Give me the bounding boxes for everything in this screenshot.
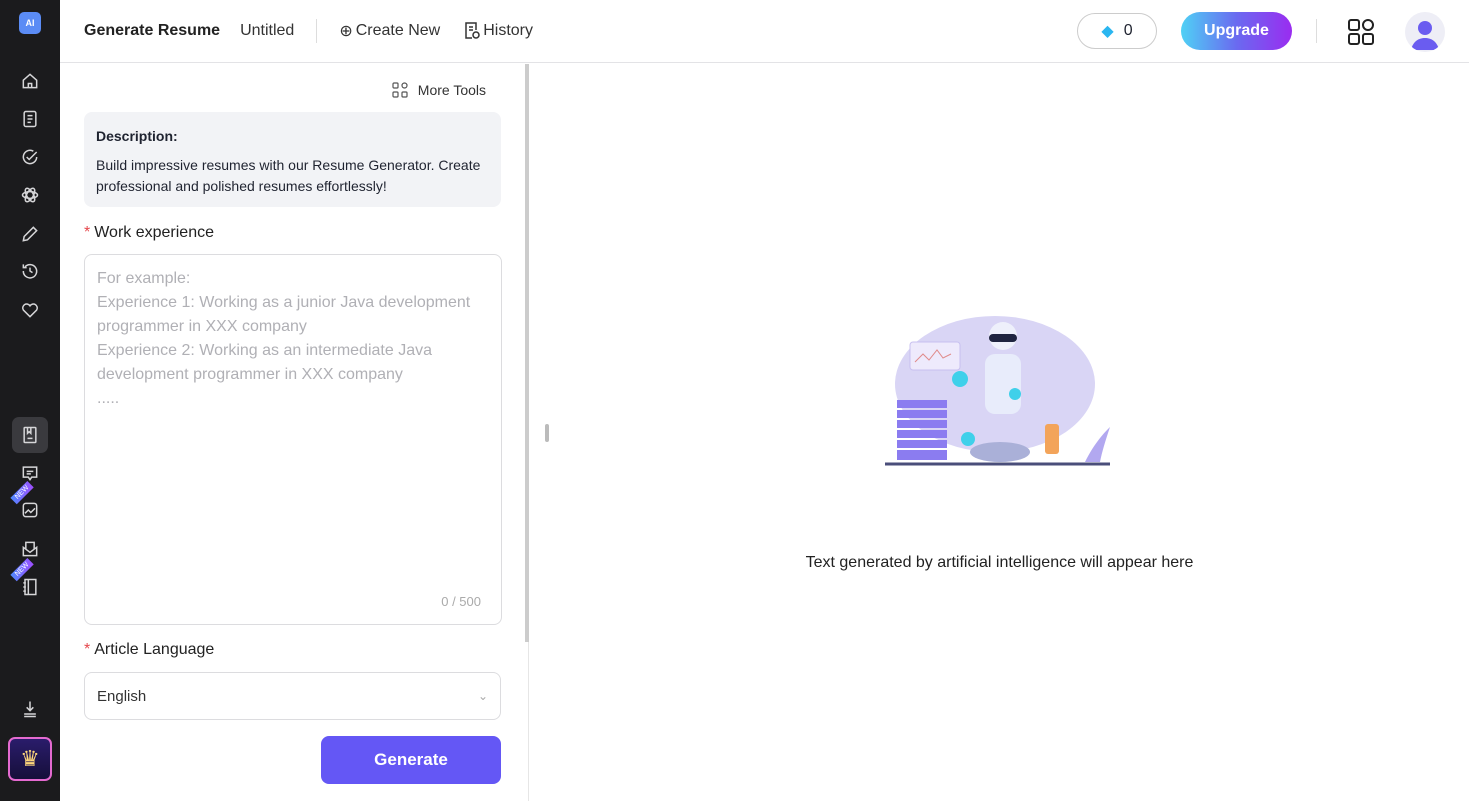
history-icon[interactable] bbox=[12, 253, 48, 289]
article-language-label: * Article Language bbox=[84, 641, 214, 659]
plus-circle-icon: ⊕ bbox=[339, 23, 353, 40]
work-placeholder: For example: Experience 1: Working as a … bbox=[97, 270, 471, 407]
notebook-icon[interactable]: NEW bbox=[10, 557, 48, 605]
document-icon[interactable] bbox=[12, 101, 48, 137]
page-title: Generate Resume bbox=[84, 22, 221, 39]
home-icon[interactable] bbox=[12, 63, 48, 99]
output-panel: Text generated by artificial intelligenc… bbox=[530, 64, 1469, 801]
description-box: Description: Build impressive resumes wit… bbox=[84, 112, 501, 207]
input-panel: More Tools Description: Build impressive … bbox=[60, 64, 529, 801]
language-value: English bbox=[97, 687, 147, 705]
char-count: 0 / 500 bbox=[441, 594, 481, 609]
sidebar: AI NEW NEW ♛ bbox=[0, 0, 60, 801]
create-new-label: Create New bbox=[355, 22, 441, 39]
description-label: Description: bbox=[96, 128, 178, 144]
required-mark: * bbox=[84, 641, 91, 658]
diamond-icon: ◆ bbox=[1101, 23, 1114, 40]
atom-icon[interactable] bbox=[12, 177, 48, 213]
language-label-text: Article Language bbox=[94, 641, 215, 658]
required-mark: * bbox=[84, 224, 91, 241]
user-icon bbox=[1411, 21, 1439, 50]
image-icon[interactable]: NEW bbox=[10, 480, 48, 528]
divider bbox=[1316, 19, 1317, 43]
credits-count: 0 bbox=[1123, 22, 1133, 39]
divider bbox=[316, 19, 318, 43]
apps-grid-icon[interactable] bbox=[1348, 19, 1374, 45]
more-tools-label: More Tools bbox=[417, 82, 486, 98]
chevron-down-icon: ⌄ bbox=[477, 689, 488, 703]
resize-handle[interactable] bbox=[545, 424, 549, 442]
check-circle-icon[interactable] bbox=[12, 139, 48, 175]
history-button[interactable]: History bbox=[464, 22, 533, 40]
robot-illustration bbox=[885, 316, 1110, 466]
description-text: Build impressive resumes with our Resume… bbox=[96, 157, 481, 194]
grid-icon bbox=[392, 82, 408, 98]
premium-crown-button[interactable]: ♛ bbox=[8, 737, 52, 781]
work-experience-label: * Work experience bbox=[84, 224, 214, 242]
history-label: History bbox=[483, 22, 533, 39]
create-new-button[interactable]: ⊕ Create New bbox=[339, 21, 440, 41]
work-label-text: Work experience bbox=[94, 224, 214, 241]
resume-icon[interactable] bbox=[12, 417, 48, 453]
generate-button[interactable]: Generate bbox=[321, 736, 501, 784]
upgrade-button[interactable]: Upgrade bbox=[1181, 12, 1292, 50]
history-doc-icon bbox=[465, 22, 480, 39]
output-placeholder: Text generated by artificial intelligenc… bbox=[805, 554, 1194, 571]
pencil-icon[interactable] bbox=[12, 216, 48, 252]
work-experience-textarea[interactable]: For example: Experience 1: Working as a … bbox=[84, 254, 502, 625]
heart-icon[interactable] bbox=[12, 292, 48, 328]
user-avatar[interactable] bbox=[1405, 12, 1445, 52]
top-header: Generate Resume Untitled ⊕ Create New His… bbox=[60, 0, 1469, 63]
scrollbar[interactable] bbox=[525, 64, 529, 642]
credits-badge[interactable]: ◆ 0 bbox=[1077, 13, 1157, 49]
app-logo[interactable]: AI bbox=[19, 12, 41, 34]
language-select[interactable]: English ⌄ bbox=[84, 672, 501, 720]
document-name[interactable]: Untitled bbox=[240, 22, 294, 40]
download-icon[interactable] bbox=[12, 691, 48, 727]
more-tools-button[interactable]: More Tools bbox=[392, 82, 486, 98]
